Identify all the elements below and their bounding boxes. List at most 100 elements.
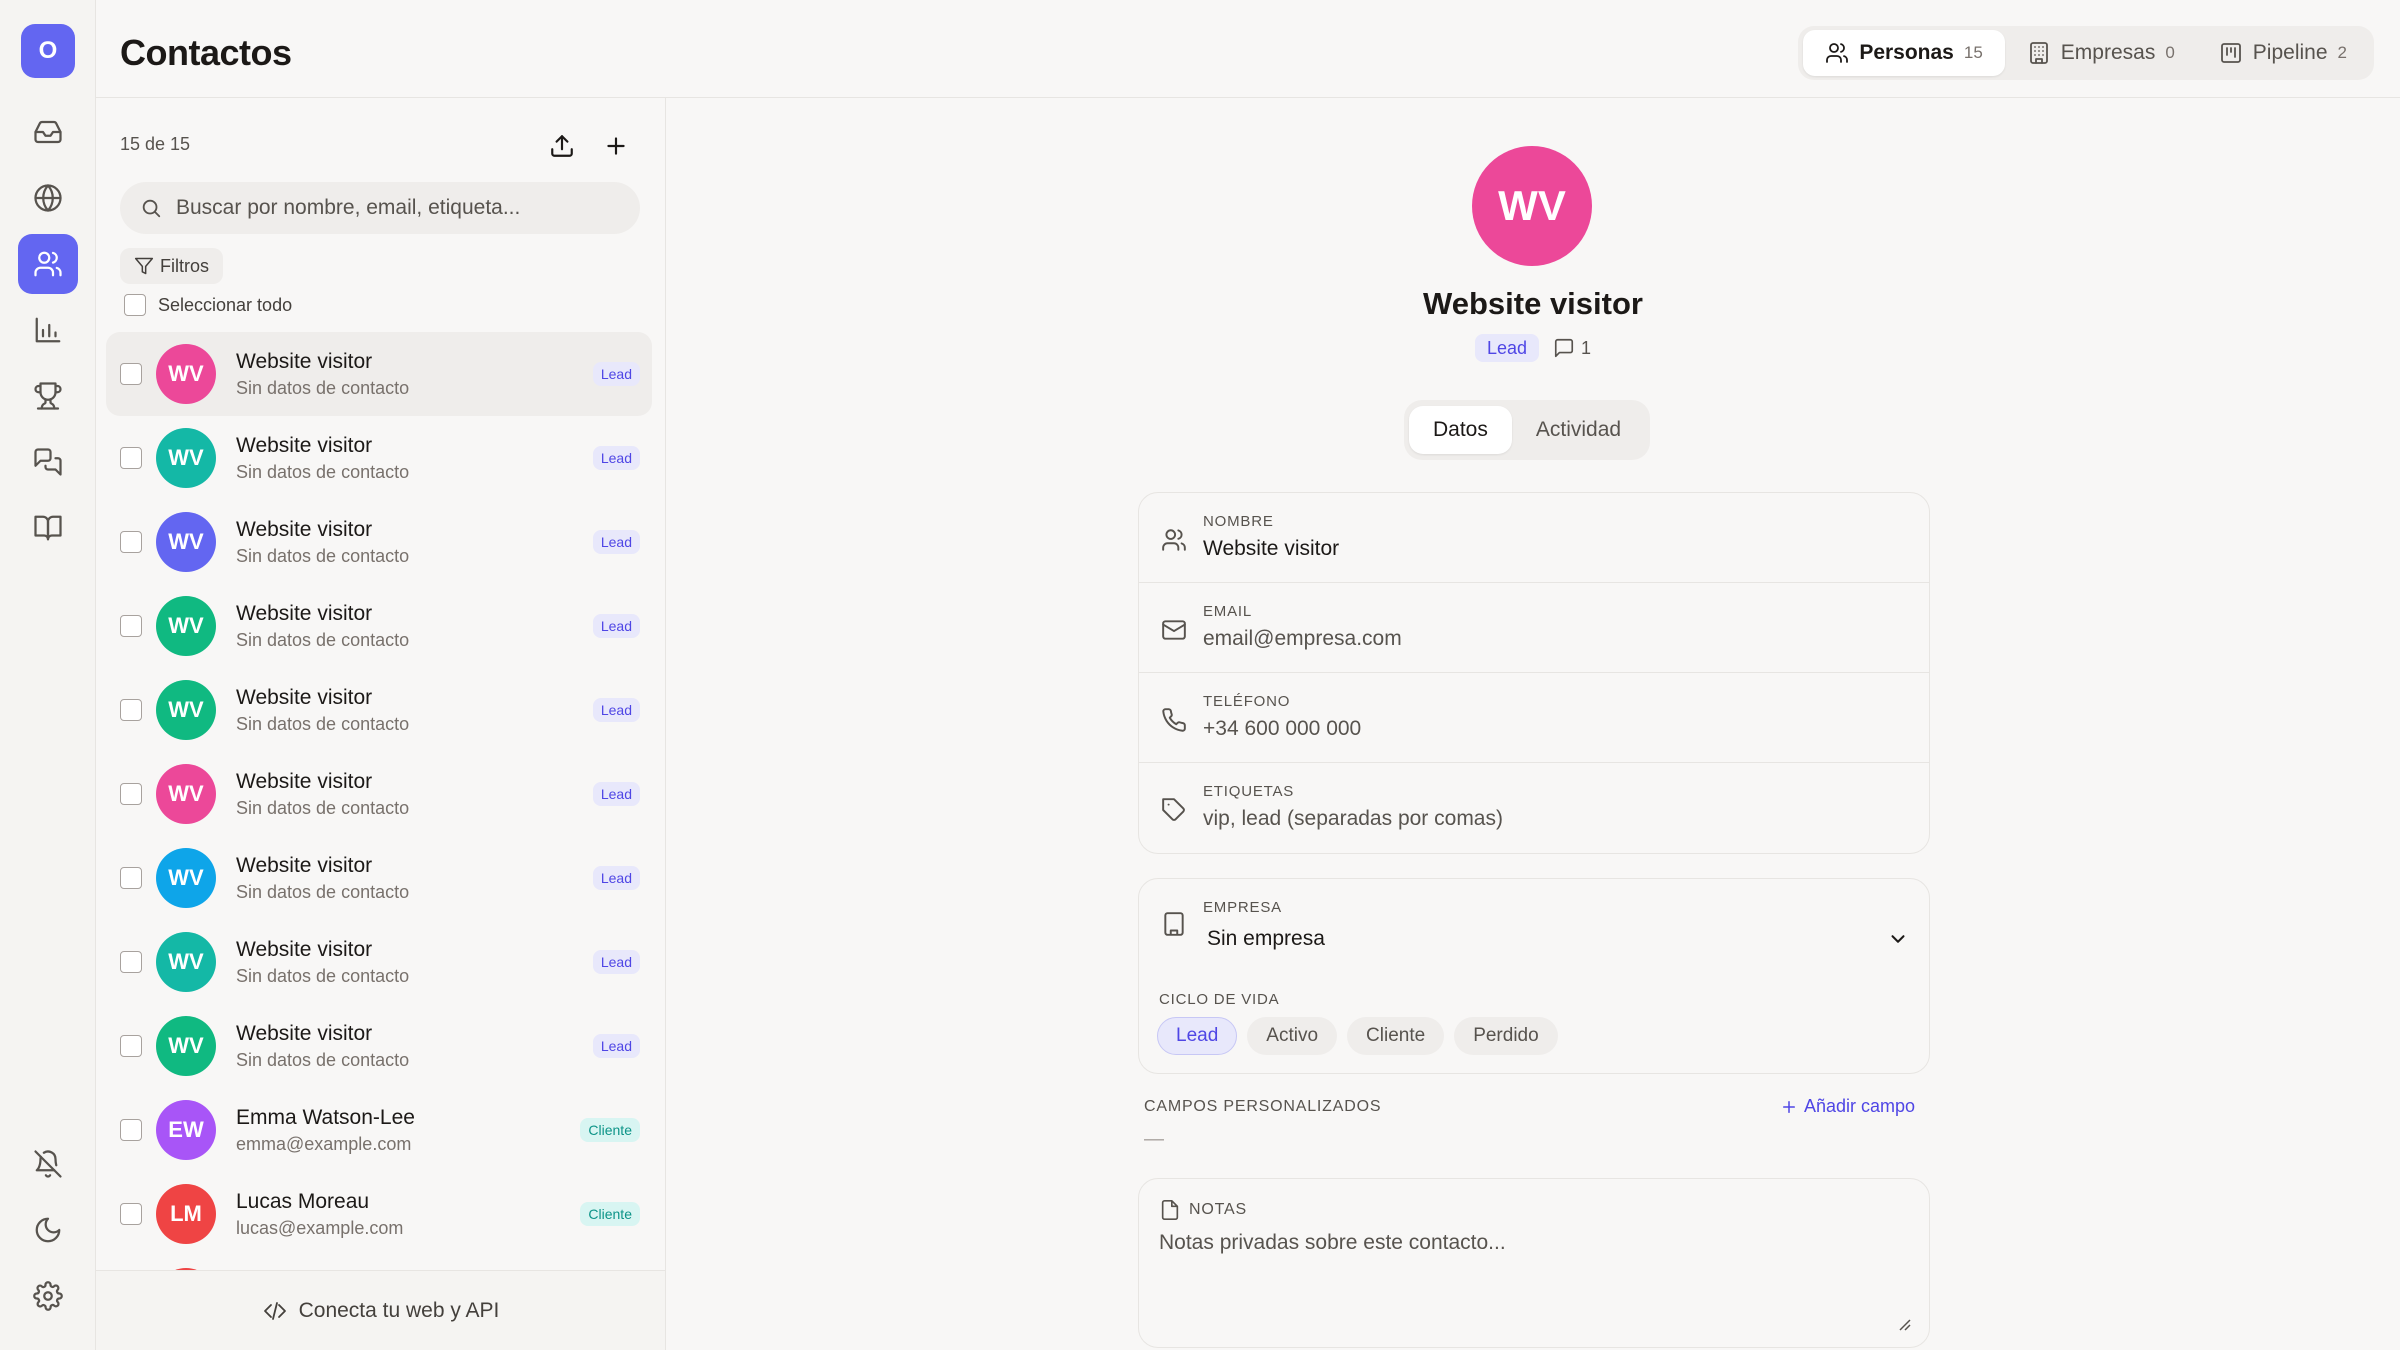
avatar: WV (156, 932, 216, 992)
resize-handle-icon[interactable] (1897, 1317, 1911, 1331)
row-checkbox[interactable] (120, 783, 142, 805)
list-item[interactable]: WV Website visitor Sin datos de contacto Le… (106, 332, 652, 416)
lifecycle-label: CICLO DE VIDA (1159, 991, 1280, 1008)
company-card: EMPRESA Sin empresa CICLO DE VIDA Lead A… (1138, 878, 1930, 1074)
detail-tabs: Datos Actividad (1404, 400, 1651, 460)
tab-personas[interactable]: Personas 15 (1803, 30, 2005, 76)
field-telefono: TELÉFONO (1139, 673, 1929, 763)
lifecycle-activo[interactable]: Activo (1247, 1017, 1338, 1055)
user-icon (1162, 529, 1186, 551)
org-avatar[interactable]: O (21, 24, 75, 78)
contact-name: Website visitor (236, 938, 373, 961)
row-checkbox[interactable] (120, 699, 142, 721)
book-icon[interactable] (18, 498, 78, 558)
inbox-icon[interactable] (18, 102, 78, 162)
add-field-button[interactable]: Añadir campo (1780, 1096, 1915, 1117)
export-button[interactable] (544, 128, 580, 164)
chat-icon[interactable] (18, 432, 78, 492)
company-select[interactable]: Sin empresa (1203, 921, 1913, 957)
contact-subtitle: Sin datos de contacto (236, 798, 410, 818)
left-rail: O (0, 0, 96, 1350)
status-badge: Cliente (580, 1202, 640, 1226)
field-label: TELÉFONO (1203, 693, 1291, 710)
select-all-checkbox[interactable] (124, 294, 146, 316)
tab-pipeline[interactable]: Pipeline 2 (2197, 30, 2369, 76)
avatar: WV (156, 764, 216, 824)
lifecycle-lead[interactable]: Lead (1157, 1017, 1238, 1055)
bell-off-icon[interactable] (18, 1134, 78, 1194)
status-badge: Lead (592, 530, 640, 554)
company-value: Sin empresa (1207, 927, 1325, 950)
status-badge: Lead (1474, 334, 1540, 362)
gear-icon[interactable] (18, 1266, 78, 1326)
row-checkbox[interactable] (120, 531, 142, 553)
field-label: NOMBRE (1203, 513, 1274, 530)
list-item[interactable]: WV Website visitor Sin datos de contacto Le… (106, 836, 652, 920)
phone-icon (1162, 708, 1186, 732)
kanban-icon (2220, 43, 2241, 63)
row-checkbox[interactable] (120, 615, 142, 637)
tab-actividad[interactable]: Actividad (1512, 406, 1645, 454)
filters-label: Filtros (160, 255, 209, 276)
bar-chart-icon[interactable] (18, 300, 78, 360)
notes-input[interactable] (1159, 1231, 1899, 1331)
row-checkbox[interactable] (120, 867, 142, 889)
row-checkbox[interactable] (120, 1035, 142, 1057)
phone-field[interactable] (1203, 717, 1903, 741)
avatar: WV (156, 680, 216, 740)
page-header: Contactos Personas 15 Empresas 0 Pipelin… (96, 0, 2400, 98)
list-item[interactable]: EW Emma Watson-Lee emma@example.com Cliente (106, 1088, 652, 1172)
select-all[interactable]: Seleccionar todo (124, 294, 292, 316)
filters-button[interactable]: Filtros (120, 248, 223, 284)
row-checkbox[interactable] (120, 1119, 142, 1141)
contact-list: WV Website visitor Sin datos de contacto Le… (106, 332, 652, 1340)
list-item[interactable]: LM Lucas Moreau lucas@example.com Cliente (106, 1172, 652, 1256)
contact-name: Website visitor (236, 602, 373, 625)
row-checkbox[interactable] (120, 363, 142, 385)
contact-subtitle: Sin datos de contacto (236, 882, 410, 902)
list-item[interactable]: WV Website visitor Sin datos de contacto Le… (106, 668, 652, 752)
list-item[interactable]: WV Website visitor Sin datos de contacto Le… (106, 1004, 652, 1088)
file-icon (1161, 1200, 1179, 1220)
list-item[interactable]: WV Website visitor Sin datos de contacto Le… (106, 500, 652, 584)
contact-list-panel: 15 de 15 Filtros Seleccionar todo WV Webs… (96, 98, 666, 1350)
users-icon[interactable] (18, 234, 78, 294)
status-badge: Lead (592, 866, 640, 890)
field-nombre: NOMBRE (1139, 493, 1929, 583)
plus-icon (1783, 1100, 1795, 1113)
tab-datos[interactable]: Datos (1409, 406, 1512, 454)
contact-subtitle: Sin datos de contacto (236, 1050, 410, 1070)
trophy-icon[interactable] (18, 366, 78, 426)
list-item[interactable]: WV Website visitor Sin datos de contacto Le… (106, 920, 652, 1004)
contact-name: Lucas Moreau (236, 1190, 370, 1213)
row-checkbox[interactable] (120, 447, 142, 469)
list-item[interactable]: WV Website visitor Sin datos de contacto Le… (106, 416, 652, 500)
email-field[interactable] (1203, 627, 1903, 651)
message-count[interactable]: 1 (1553, 337, 1591, 359)
status-badge: Lead (592, 1034, 640, 1058)
tags-field[interactable] (1203, 807, 1903, 831)
row-checkbox[interactable] (120, 1203, 142, 1225)
lifecycle-cliente[interactable]: Cliente (1347, 1017, 1445, 1055)
lifecycle-perdido[interactable]: Perdido (1454, 1017, 1558, 1055)
add-field-label: Añadir campo (1804, 1096, 1916, 1116)
building-icon (1164, 912, 1184, 936)
row-checkbox[interactable] (120, 951, 142, 973)
status-badge: Cliente (580, 1118, 640, 1142)
list-item[interactable]: WV Website visitor Sin datos de contacto Le… (106, 752, 652, 836)
moon-icon[interactable] (18, 1200, 78, 1260)
list-count: 15 de 15 (120, 134, 191, 154)
list-item[interactable]: WV Website visitor Sin datos de contacto Le… (106, 584, 652, 668)
tab-label: Personas (1859, 41, 1954, 64)
search-input[interactable] (176, 196, 616, 220)
tab-empresas[interactable]: Empresas 0 (2005, 30, 2197, 76)
contact-subtitle: emma@example.com (236, 1134, 412, 1154)
add-contact-button[interactable] (598, 128, 634, 164)
notes-card: NOTAS (1138, 1178, 1930, 1348)
globe-icon[interactable] (18, 168, 78, 228)
avatar: WV (156, 1016, 216, 1076)
field-label: EMAIL (1203, 603, 1253, 620)
connect-web-api-button[interactable]: Conecta tu web y API (96, 1270, 665, 1350)
search-icon (142, 199, 161, 218)
name-field[interactable] (1203, 537, 1903, 561)
